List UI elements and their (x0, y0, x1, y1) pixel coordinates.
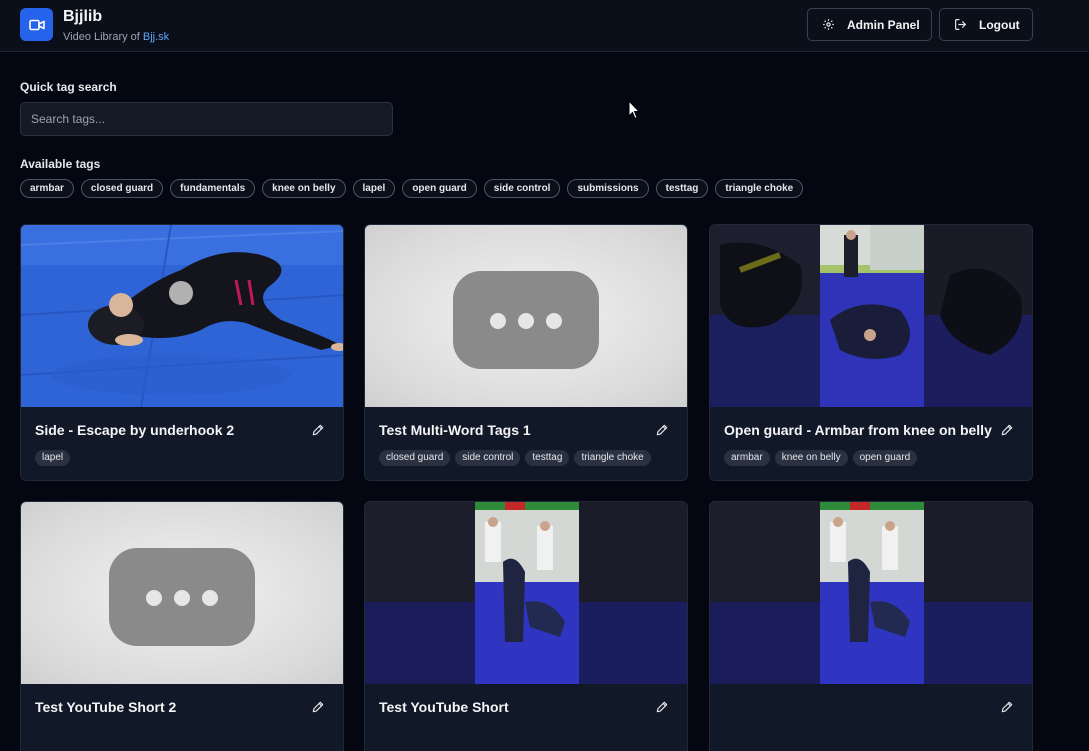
video-tags: lapel (35, 450, 71, 466)
available-tags-list: armbar closed guard fundamentals knee on… (20, 179, 804, 198)
video-card[interactable]: Test Multi-Word Tags 1 closed guard side… (364, 224, 688, 481)
video-thumbnail[interactable] (365, 502, 687, 684)
video-title[interactable]: Test YouTube Short (379, 699, 509, 715)
video-tags: armbar knee on belly open guard (724, 450, 918, 466)
site-link[interactable]: Bjj.sk (143, 31, 169, 43)
edit-pencil-icon[interactable] (655, 423, 671, 439)
gear-icon (822, 18, 835, 31)
video-tag: open guard (852, 450, 918, 466)
app-subtitle: Video Library of Bjj.sk (63, 31, 169, 43)
tag-filter[interactable]: fundamentals (170, 179, 256, 198)
tag-filter[interactable]: lapel (352, 179, 396, 198)
tag-filter[interactable]: open guard (402, 179, 477, 198)
video-thumbnail-placeholder[interactable] (21, 502, 343, 684)
video-camera-icon (20, 8, 53, 41)
video-thumbnail-placeholder[interactable] (365, 225, 687, 407)
video-tag: side control (455, 450, 521, 466)
video-title[interactable]: Test YouTube Short 2 (35, 699, 176, 715)
tag-filter[interactable]: armbar (20, 179, 74, 198)
logout-icon (954, 18, 967, 31)
app-title: Bjjlib (63, 8, 103, 25)
youtube-placeholder-icon (109, 548, 255, 646)
video-card[interactable]: Test YouTube Short (364, 501, 688, 751)
video-thumbnail[interactable] (21, 225, 343, 407)
mouse-cursor-icon (628, 99, 641, 125)
top-header: Bjjlib Video Library of Bjj.sk Admin Pan… (0, 0, 1089, 52)
video-card[interactable]: Side - Escape by underhook 2 lapel (20, 224, 344, 481)
subtitle-text: Video Library of (63, 31, 143, 43)
tag-search-input[interactable] (20, 102, 393, 136)
logout-button[interactable]: Logout (939, 8, 1033, 41)
video-tag: closed guard (379, 450, 451, 466)
tag-filter[interactable]: knee on belly (262, 179, 346, 198)
edit-pencil-icon[interactable] (1000, 700, 1016, 716)
video-card[interactable] (709, 501, 1033, 751)
edit-pencil-icon[interactable] (311, 423, 327, 439)
video-title[interactable]: Side - Escape by underhook 2 (35, 422, 234, 438)
tag-filter[interactable]: side control (483, 179, 561, 198)
tag-filter[interactable]: closed guard (80, 179, 164, 198)
available-tags-label: Available tags (20, 157, 101, 171)
video-card[interactable]: Open guard - Armbar from knee on belly a… (709, 224, 1033, 481)
search-label: Quick tag search (20, 80, 117, 94)
video-tags: closed guard side control testtag triang… (379, 450, 651, 466)
video-tag: lapel (35, 450, 71, 466)
video-tag: knee on belly (774, 450, 848, 466)
logout-label: Logout (979, 17, 1020, 32)
video-thumbnail[interactable] (710, 225, 1032, 407)
tag-filter[interactable]: testtag (655, 179, 709, 198)
video-tag: triangle choke (574, 450, 651, 466)
video-tag: testtag (525, 450, 570, 466)
edit-pencil-icon[interactable] (1000, 423, 1016, 439)
video-tag: armbar (724, 450, 770, 466)
video-card[interactable]: Test YouTube Short 2 (20, 501, 344, 751)
video-thumbnail[interactable] (710, 502, 1032, 684)
edit-pencil-icon[interactable] (311, 700, 327, 716)
tag-filter[interactable]: submissions (567, 179, 649, 198)
video-title[interactable]: Open guard - Armbar from knee on belly (724, 422, 992, 438)
admin-panel-button[interactable]: Admin Panel (807, 8, 932, 41)
youtube-placeholder-icon (453, 271, 599, 369)
video-title[interactable]: Test Multi-Word Tags 1 (379, 422, 531, 438)
tag-filter[interactable]: triangle choke (715, 179, 804, 198)
edit-pencil-icon[interactable] (655, 700, 671, 716)
admin-panel-label: Admin Panel (847, 17, 920, 32)
